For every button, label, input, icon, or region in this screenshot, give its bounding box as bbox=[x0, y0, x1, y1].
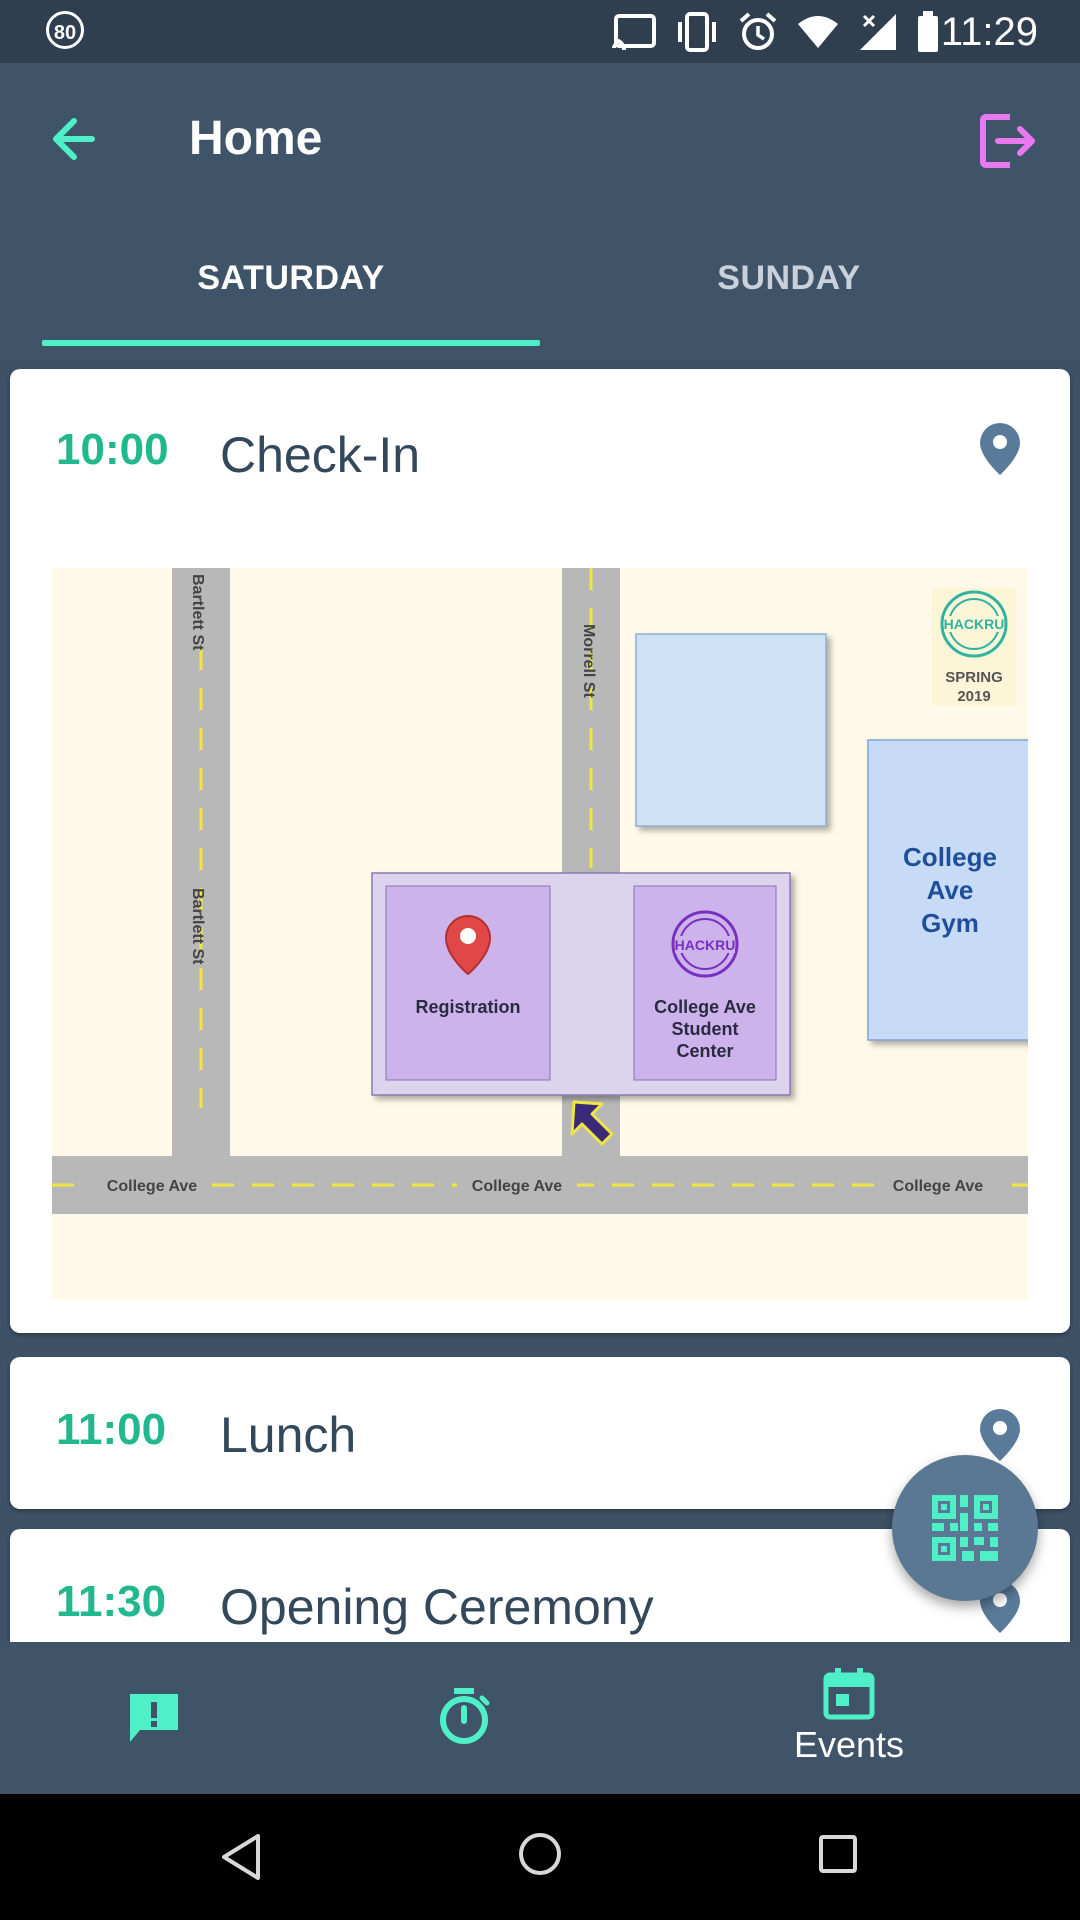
cast-icon bbox=[612, 14, 656, 50]
registration-label: Registration bbox=[415, 997, 520, 1017]
app-bar: Home SATURDAY SUNDAY bbox=[0, 63, 1080, 359]
event-time: 11:00 bbox=[56, 1405, 167, 1454]
event-name: Opening Ceremony bbox=[220, 1579, 654, 1635]
year-label: 2019 bbox=[957, 688, 990, 705]
student-center-label-2: Student bbox=[672, 1019, 739, 1039]
announcement-icon bbox=[130, 1694, 178, 1742]
event-name: Lunch bbox=[220, 1407, 357, 1463]
tab-indicator bbox=[42, 340, 540, 346]
event-card-check-in[interactable]: 10:00 Check-In Bartlett St Bartlett St M… bbox=[10, 369, 1070, 1333]
qr-code-icon bbox=[932, 1495, 998, 1561]
status-bar: 80 11:29 bbox=[0, 0, 1080, 63]
location-pin-icon[interactable] bbox=[978, 1407, 1022, 1463]
page-title: Home bbox=[189, 112, 323, 165]
home-circle-icon[interactable] bbox=[518, 1832, 562, 1876]
student-center-label-3: Center bbox=[676, 1041, 733, 1061]
bartlett-label-top: Bartlett St bbox=[189, 574, 206, 651]
college-ave-label-right: College Ave bbox=[893, 1178, 984, 1195]
event-time: 11:30 bbox=[56, 1577, 167, 1626]
system-navigation-bar bbox=[0, 1794, 1080, 1920]
venue-map[interactable]: Bartlett St Bartlett St Morrell St Colle… bbox=[52, 568, 1028, 1300]
tab-sunday[interactable]: SUNDAY bbox=[540, 259, 1038, 298]
college-ave-label-left: College Ave bbox=[107, 1178, 198, 1195]
morrell-label: Morrell St bbox=[580, 624, 597, 698]
back-triangle-icon[interactable] bbox=[218, 1832, 264, 1882]
building-unlabeled bbox=[635, 633, 827, 827]
location-pin-icon[interactable] bbox=[978, 421, 1022, 477]
gym-label-3: Gym bbox=[921, 908, 979, 938]
calendar-icon bbox=[823, 1668, 875, 1720]
event-time: 10:00 bbox=[56, 425, 169, 474]
event-list[interactable]: 10:00 Check-In Bartlett St Bartlett St M… bbox=[0, 359, 1080, 1642]
college-ave-label-mid: College Ave bbox=[472, 1178, 563, 1195]
vibrate-icon bbox=[678, 12, 716, 52]
tab-saturday[interactable]: SATURDAY bbox=[42, 259, 540, 298]
timer-icon bbox=[440, 1688, 490, 1744]
logout-icon[interactable] bbox=[976, 109, 1040, 173]
status-icons bbox=[612, 11, 940, 52]
bottom-navigation: Events bbox=[0, 1642, 1080, 1794]
nav-announcements[interactable] bbox=[0, 1642, 310, 1794]
recents-square-icon[interactable] bbox=[818, 1834, 858, 1874]
student-center-logo-text: HACKRU bbox=[675, 937, 736, 953]
gym-label-2: Ave bbox=[927, 875, 974, 905]
clock: 11:29 bbox=[940, 10, 1038, 54]
alarm-icon bbox=[739, 12, 777, 50]
signal-icon bbox=[860, 14, 896, 50]
hackru-spring-logo: HACKRU SPRING 2019 bbox=[932, 588, 1016, 706]
nav-events-label: Events bbox=[793, 1724, 905, 1765]
notification-count-badge: 80 bbox=[46, 11, 84, 49]
bartlett-label-mid: Bartlett St bbox=[189, 888, 206, 965]
hackru-logo-text: HACKRU bbox=[944, 616, 1005, 632]
student-center-label-1: College Ave bbox=[654, 997, 756, 1017]
nav-events[interactable]: Events bbox=[694, 1642, 1004, 1794]
season-label: SPRING bbox=[945, 669, 1003, 686]
gym-label-1: College bbox=[903, 842, 997, 872]
qr-code-button[interactable] bbox=[892, 1455, 1038, 1601]
wifi-icon bbox=[798, 16, 838, 48]
nav-timer[interactable] bbox=[310, 1642, 620, 1794]
battery-icon bbox=[918, 11, 938, 52]
back-arrow-icon[interactable] bbox=[44, 109, 104, 169]
event-name: Check-In bbox=[220, 427, 421, 483]
